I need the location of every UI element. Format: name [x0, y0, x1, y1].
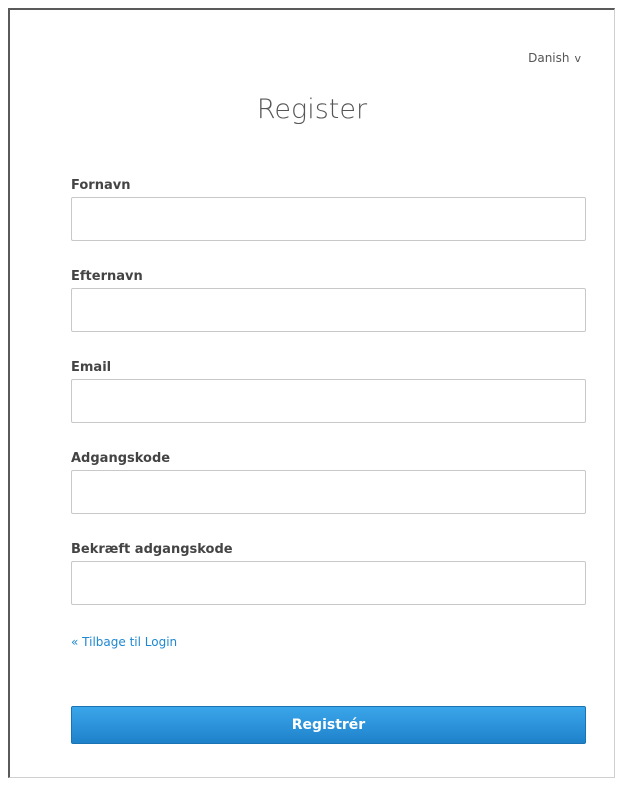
confirm-password-label: Bekræft adgangskode [71, 542, 233, 557]
last-name-field[interactable] [71, 288, 586, 332]
chevron-down-icon[interactable]: v [574, 52, 581, 65]
language-selector[interactable]: Danish v [10, 51, 581, 65]
email-field[interactable] [71, 379, 586, 423]
confirm-password-field[interactable] [71, 561, 586, 605]
page-title: Register [256, 94, 368, 125]
password-field[interactable] [71, 470, 586, 514]
first-name-label: Fornavn [71, 178, 131, 193]
first-name-field[interactable] [71, 197, 586, 241]
last-name-label: Efternavn [71, 269, 143, 284]
password-label: Adgangskode [71, 451, 171, 466]
language-label[interactable]: Danish [528, 51, 569, 65]
register-button[interactable]: Registrér [71, 706, 586, 744]
back-to-login-link[interactable]: « Tilbage til Login [71, 635, 177, 649]
register-panel: Danish v Register Fornavn Efternavn Email… [8, 8, 615, 778]
email-label: Email [71, 360, 112, 375]
